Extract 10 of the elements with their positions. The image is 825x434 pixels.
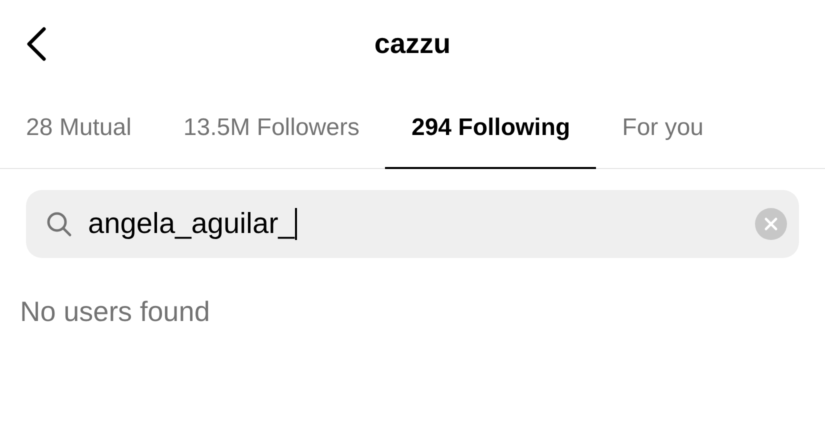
profile-title: cazzu [374, 28, 451, 60]
empty-message: No users found [20, 296, 211, 328]
back-icon[interactable] [24, 26, 48, 62]
tab[interactable]: 294 Following [385, 88, 596, 169]
tab[interactable]: For you [596, 88, 730, 169]
tab[interactable]: 13.5M Followers [157, 88, 386, 169]
search-field[interactable]: angela_aguilar_ [26, 190, 799, 258]
text-cursor [295, 208, 298, 240]
search-icon [46, 211, 72, 237]
tab[interactable]: 28 Mutual [0, 88, 158, 169]
